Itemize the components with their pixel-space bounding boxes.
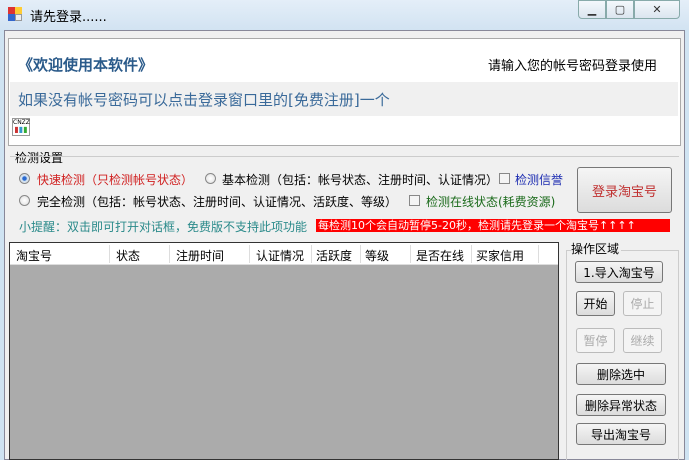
close-button[interactable]: ✕: [634, 0, 680, 19]
check-reputation-checkbox[interactable]: [499, 173, 510, 184]
window-title: 请先登录......: [30, 10, 107, 25]
export-button[interactable]: 导出淘宝号: [576, 423, 666, 445]
col-activity[interactable]: 活跃度: [316, 247, 352, 264]
col-verification[interactable]: 认证情况: [256, 247, 304, 264]
col-buyer-credit[interactable]: 买家信用: [476, 247, 524, 264]
col-status[interactable]: 状态: [116, 247, 140, 264]
fast-check-label[interactable]: 快速检测（只检测帐号状态）: [37, 171, 193, 188]
col-divider[interactable]: [360, 245, 361, 263]
warning-banner: 每检测10个会自动暂停5-20秒，检测请先登录一个淘宝号↑↑↑↑: [316, 219, 670, 232]
col-online[interactable]: 是否在线: [416, 247, 464, 264]
col-divider[interactable]: [471, 245, 472, 263]
col-account[interactable]: 淘宝号: [16, 247, 52, 264]
col-divider[interactable]: [311, 245, 312, 263]
login-taobao-button[interactable]: 登录淘宝号: [577, 167, 672, 213]
cnzz-stats-icon[interactable]: CNZZ ▮▮▮: [12, 118, 30, 136]
title-bar: 请先登录...... ▁ ▢ ✕: [0, 0, 689, 30]
operations-group-label: 操作区域: [571, 240, 622, 257]
col-divider[interactable]: [249, 245, 250, 263]
tip-text: 小提醒：双击即可打开对话框，免费版不支持此项功能: [19, 220, 308, 234]
check-reputation-label[interactable]: 检测信誉: [515, 171, 563, 188]
col-divider[interactable]: [169, 245, 170, 263]
fast-check-radio[interactable]: [19, 173, 30, 184]
register-hint: 如果没有帐号密码可以点击登录窗口里的[免费注册]一个: [18, 91, 390, 109]
stop-button[interactable]: 停止: [623, 291, 662, 316]
full-check-label[interactable]: 完全检测（包括：帐号状态、注册时间、认证情况、活跃度、等级）: [37, 193, 397, 210]
maximize-button[interactable]: ▢: [606, 0, 634, 19]
app-icon: [8, 7, 22, 21]
col-level[interactable]: 等级: [365, 247, 389, 264]
check-online-checkbox[interactable]: [409, 195, 420, 206]
basic-check-label[interactable]: 基本检测（包括：帐号状态、注册时间、认证情况）: [222, 171, 498, 188]
resume-button[interactable]: 继续: [623, 328, 662, 353]
delete-selected-button[interactable]: 删除选中: [576, 363, 666, 385]
check-online-label[interactable]: 检测在线状态(耗费资源): [426, 193, 555, 210]
full-check-radio[interactable]: [19, 195, 30, 206]
delete-abnormal-button[interactable]: 删除异常状态: [576, 394, 666, 416]
login-hint: 请输入您的帐号密码登录使用: [488, 59, 658, 74]
import-button[interactable]: 1.导入淘宝号: [575, 261, 663, 283]
start-button[interactable]: 开始: [576, 291, 615, 316]
col-register-time[interactable]: 注册时间: [176, 247, 224, 264]
table-header: 淘宝号 状态 注册时间 认证情况 活跃度 等级 是否在线 买家信用: [10, 243, 558, 265]
col-divider[interactable]: [538, 245, 539, 263]
minimize-button[interactable]: ▁: [578, 0, 606, 19]
col-divider[interactable]: [410, 245, 411, 263]
basic-check-radio[interactable]: [205, 173, 216, 184]
pause-button[interactable]: 暂停: [576, 328, 615, 353]
col-divider[interactable]: [109, 245, 110, 263]
account-table[interactable]: 淘宝号 状态 注册时间 认证情况 活跃度 等级 是否在线 买家信用: [9, 242, 559, 460]
welcome-text: 《欢迎使用本软件》: [18, 56, 154, 74]
